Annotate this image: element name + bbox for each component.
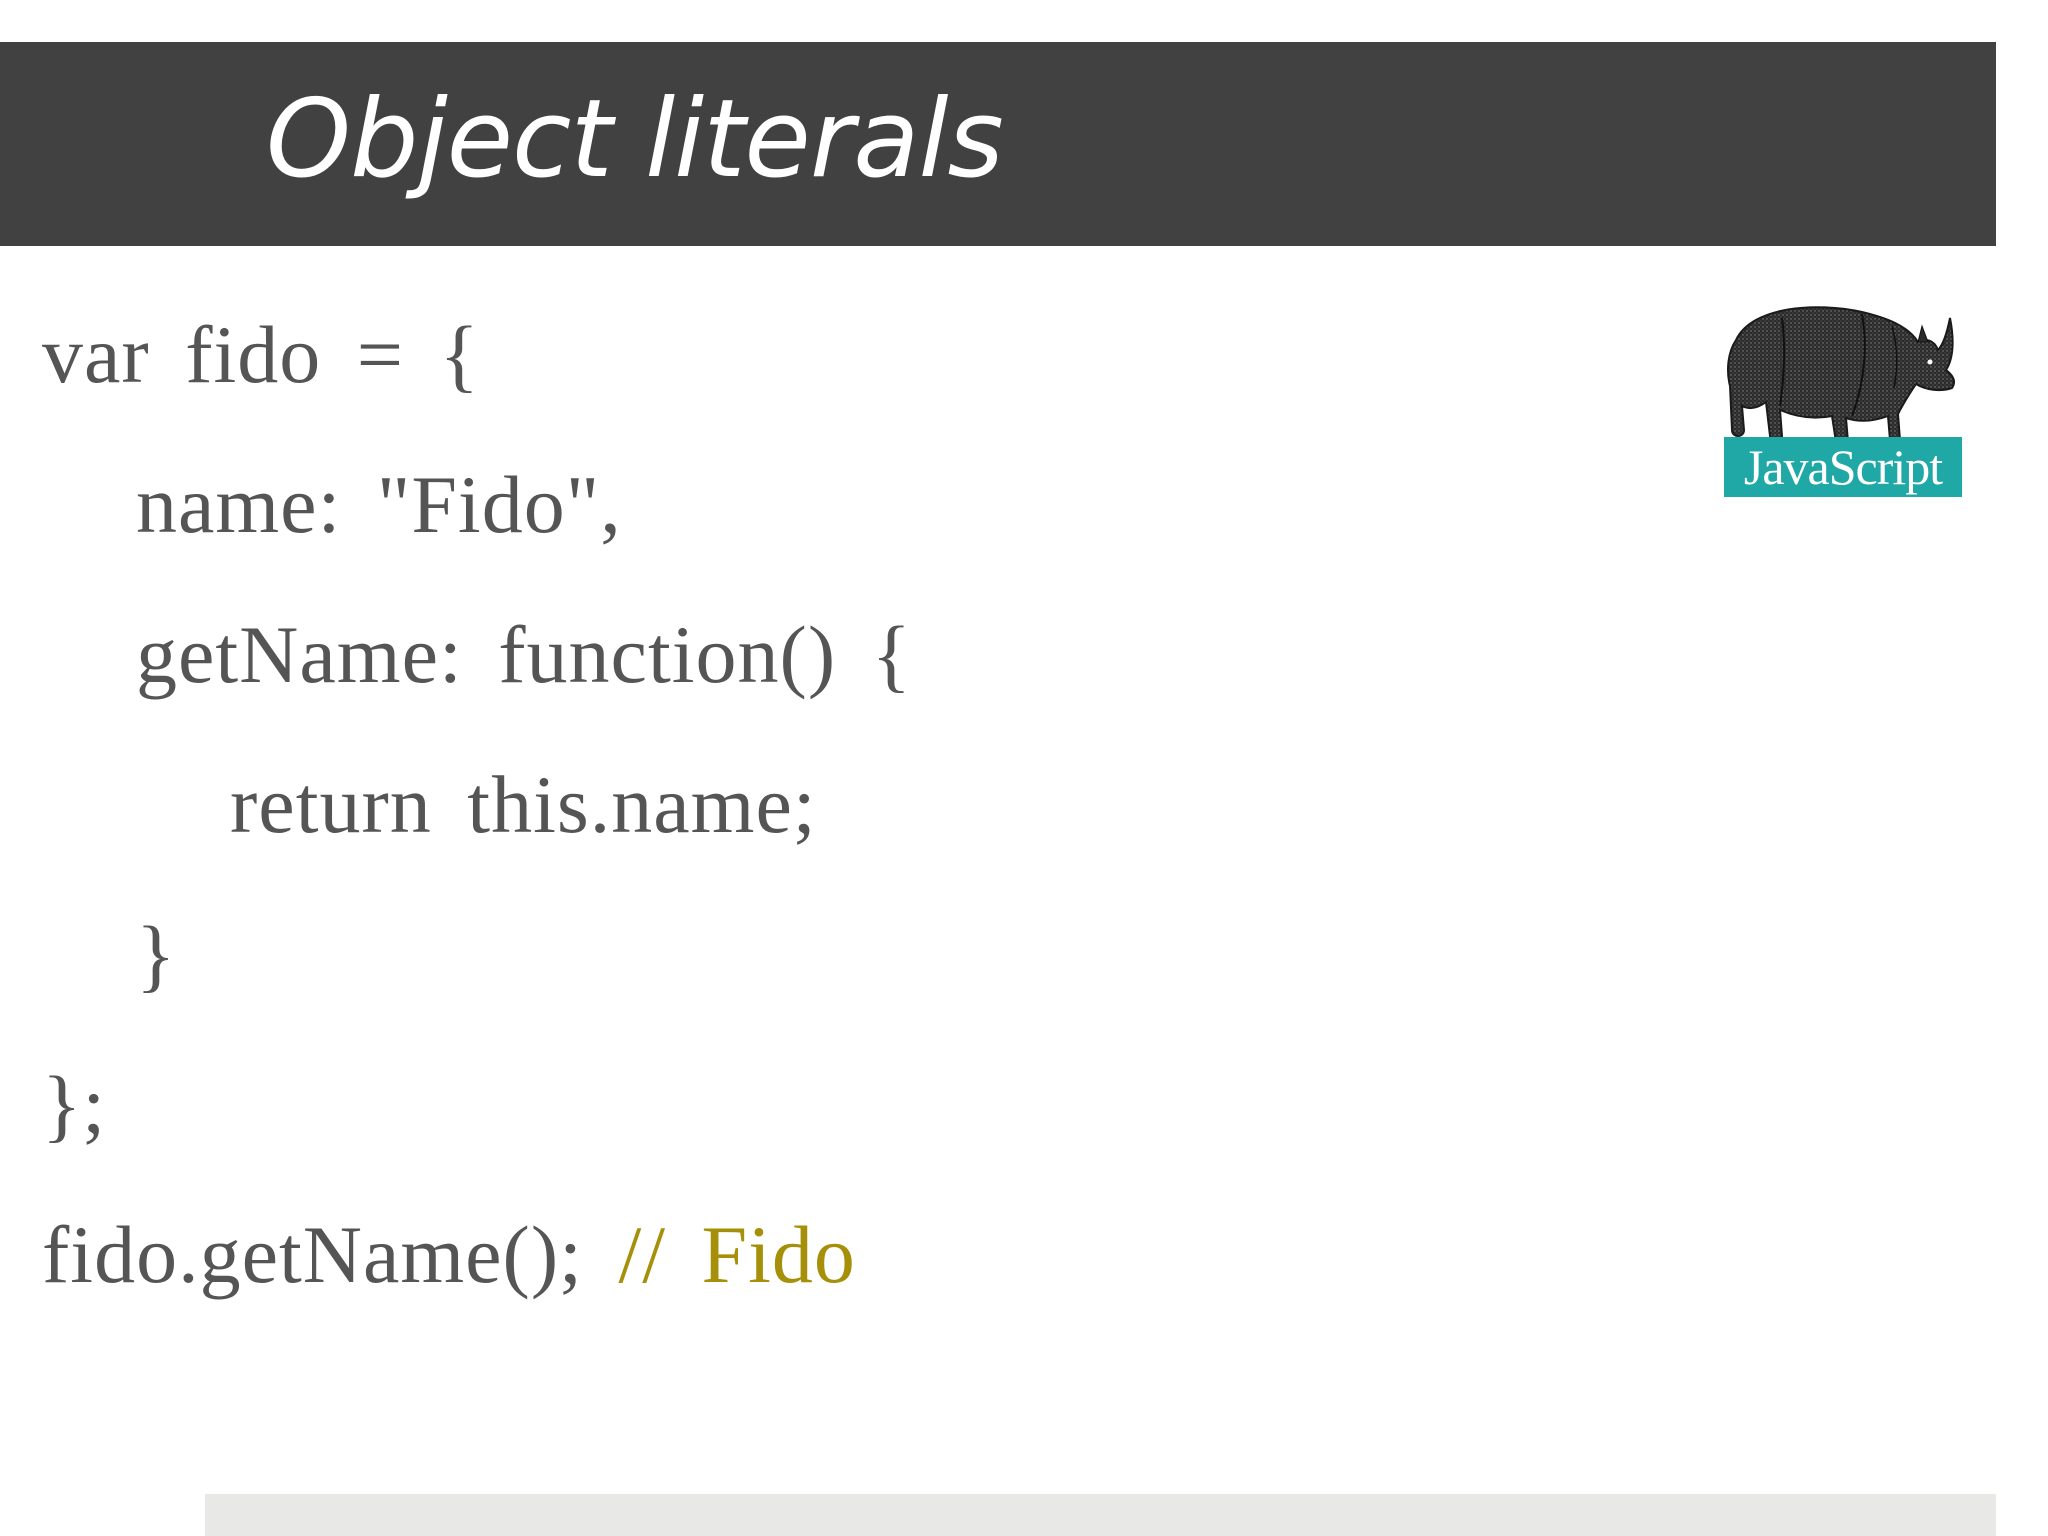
code-line: name: "Fido", bbox=[136, 459, 622, 550]
code-text: fido.getName(); bbox=[42, 1209, 583, 1300]
code-line-with-comment: fido.getName(); // Fido bbox=[42, 1214, 856, 1296]
code-line: getName: function() { bbox=[136, 609, 912, 700]
javascript-logo-label: JavaScript bbox=[1724, 437, 1962, 497]
slide: Object literals var fido = { name: "Fido… bbox=[0, 0, 2048, 1536]
code-line: var fido = { bbox=[42, 309, 480, 400]
code-block: var fido = { name: "Fido", getName: func… bbox=[0, 0, 1600, 1400]
footer-bar bbox=[205, 1494, 1996, 1536]
code-line: return this.name; bbox=[230, 759, 817, 850]
code-line: } bbox=[136, 909, 177, 1000]
code-comment: // Fido bbox=[618, 1209, 856, 1300]
code-line: }; bbox=[42, 1059, 107, 1150]
